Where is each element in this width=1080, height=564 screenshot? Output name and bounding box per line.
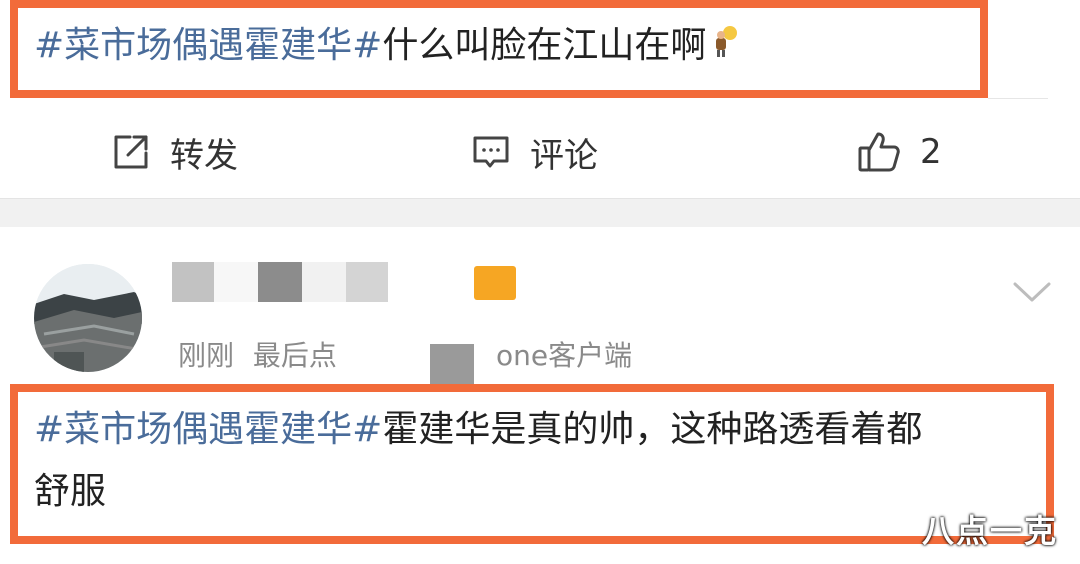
chevron-down-icon[interactable] — [1012, 280, 1052, 308]
avatar[interactable] — [34, 264, 142, 372]
highlight-box-top — [10, 0, 988, 98]
repost-label: 转发 — [170, 135, 238, 176]
source-redacted — [430, 344, 474, 384]
like-button[interactable]: 2 — [856, 126, 942, 178]
username-redacted[interactable] — [172, 262, 392, 302]
watermark: 八点一克 — [922, 512, 1059, 550]
post-meta: 刚刚 最后点 — [178, 334, 337, 374]
share-icon — [110, 131, 152, 173]
section-separator — [0, 198, 1080, 227]
thumbs-up-icon — [856, 130, 902, 174]
like-count: 2 — [920, 132, 942, 172]
comment-button[interactable]: 评论 — [470, 126, 598, 178]
divider — [988, 98, 1048, 99]
repost-button[interactable]: 转发 — [110, 126, 238, 178]
post-source-suffix: one客户端 — [496, 339, 633, 372]
comment-label: 评论 — [530, 135, 598, 176]
vip-badge — [474, 266, 516, 300]
comment-icon — [470, 131, 512, 173]
highlight-box-bottom — [10, 384, 1054, 544]
post-time: 刚刚 — [178, 339, 235, 372]
post-source-prefix: 最后点 — [252, 339, 337, 372]
